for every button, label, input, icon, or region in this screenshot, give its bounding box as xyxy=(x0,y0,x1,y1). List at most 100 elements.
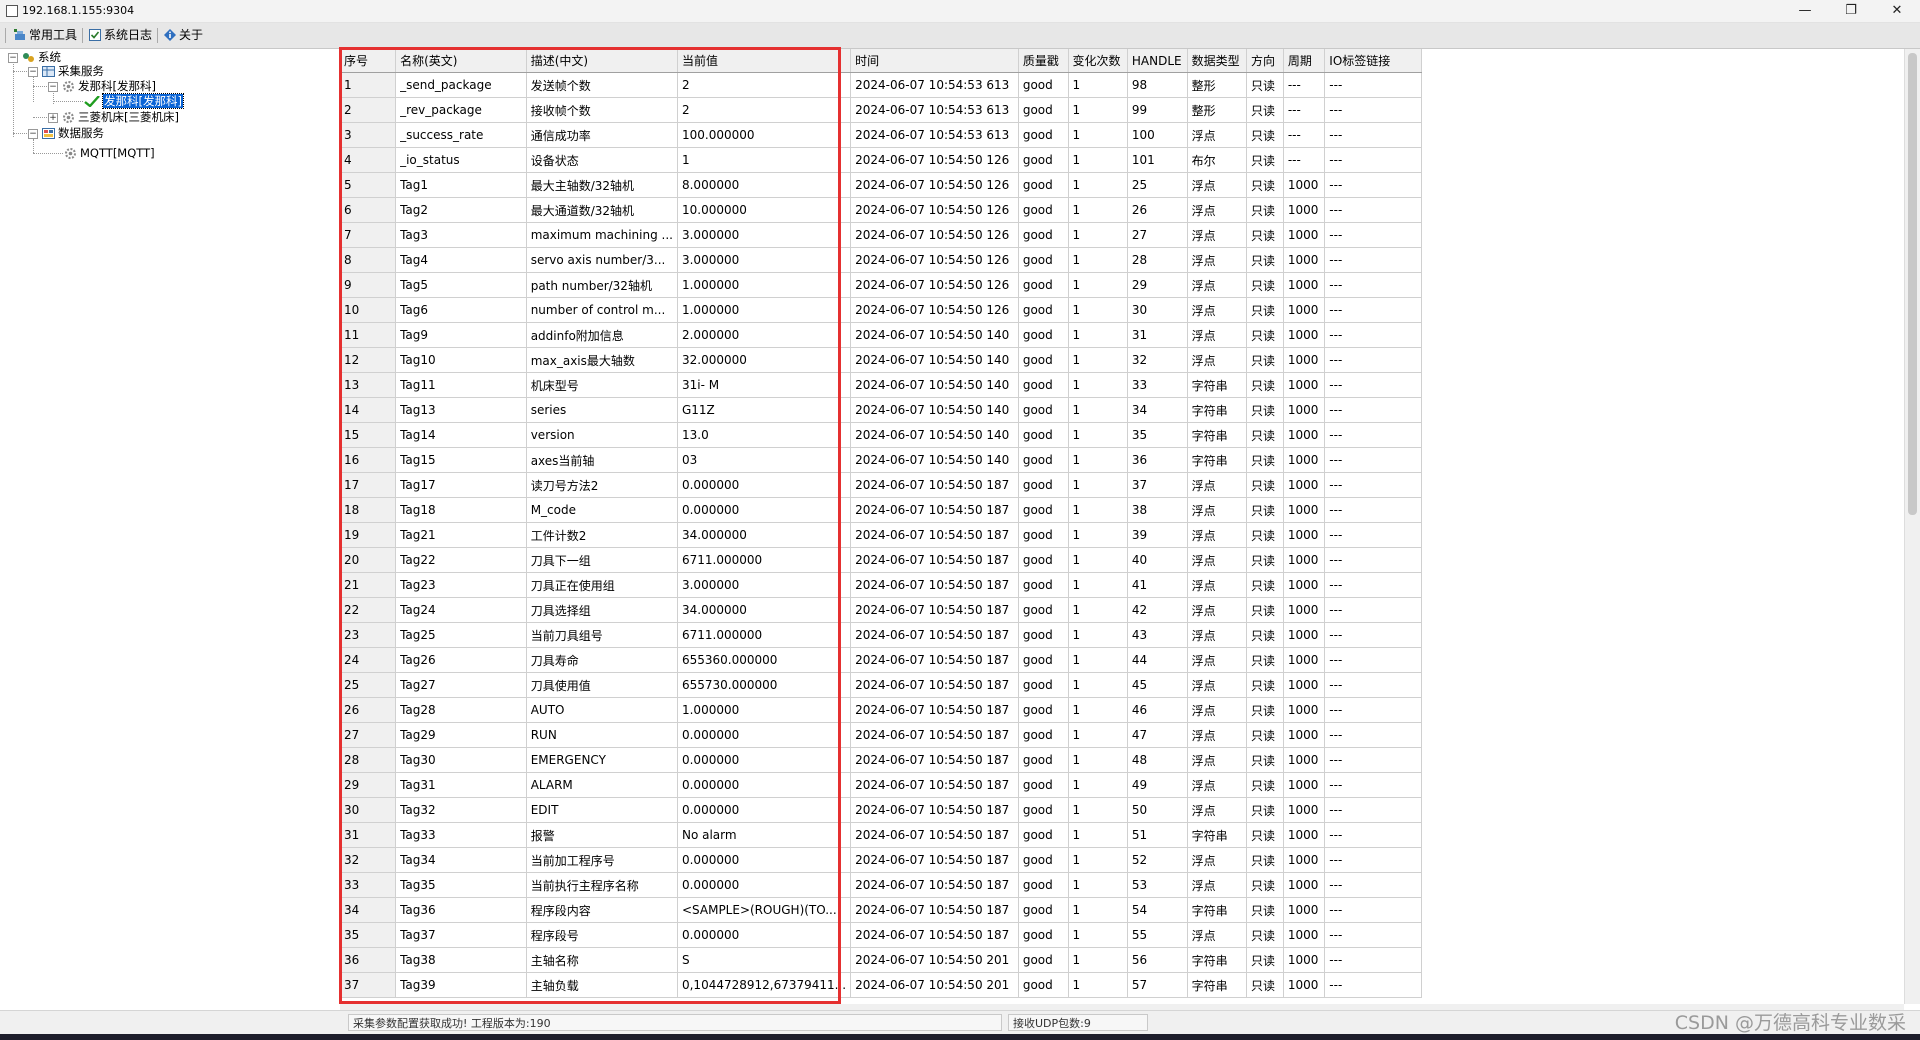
system-log-button[interactable]: 系统日志 xyxy=(87,26,154,44)
table-cell: 2024-06-07 10:54:53 613 xyxy=(850,122,1019,148)
close-button[interactable]: ✕ xyxy=(1874,0,1920,22)
table-row[interactable]: 4 _io_status 设备状态 1 2024-06-07 10:54:50 126 g… xyxy=(340,147,1422,173)
column-header[interactable]: 周期 xyxy=(1283,49,1326,73)
table-cell: 2024-06-07 10:54:50 187 xyxy=(850,622,1019,648)
collapse-icon[interactable]: − xyxy=(28,67,38,77)
expand-icon[interactable]: + xyxy=(48,113,58,123)
table-row[interactable]: 22 Tag24 刀具选择组 34.000000 2024-06-07 10:54:50… xyxy=(340,597,1422,623)
table-cell: 2024-06-07 10:54:50 140 xyxy=(850,372,1019,398)
table-row[interactable]: 28 Tag30 EMERGENCY 0.000000 2024-06-07 10:54… xyxy=(340,747,1422,773)
scrollbar-thumb[interactable] xyxy=(1908,53,1917,515)
table-cell: 0.000000 xyxy=(677,497,852,523)
table-row[interactable]: 34 Tag36 程序段内容 <SAMPLE>(ROUGH)(TO... 2024-06… xyxy=(340,897,1422,923)
table-cell: good xyxy=(1018,97,1069,123)
table-cell: --- xyxy=(1324,847,1422,873)
table-row[interactable]: 25 Tag27 刀具使用值 655730.000000 2024-06-07 10:5… xyxy=(340,672,1422,698)
table-row[interactable]: 19 Tag21 工件计数2 34.000000 2024-06-07 10:54:50… xyxy=(340,522,1422,548)
column-header[interactable]: IO标签链接 xyxy=(1324,49,1422,73)
table-cell: 15 xyxy=(340,422,397,448)
table-row[interactable]: 29 Tag31 ALARM 0.000000 2024-06-07 10:54:50 … xyxy=(340,772,1422,798)
table-cell: servo axis number/3... xyxy=(526,247,678,273)
table-cell: 27 xyxy=(1127,222,1188,248)
table-row[interactable]: 16 Tag15 axes当前轴 03 2024-06-07 10:54:50 140 g… xyxy=(340,447,1422,473)
about-label: 关于 xyxy=(179,28,204,42)
column-header[interactable]: 序号 xyxy=(340,49,397,73)
table-row[interactable]: 9 Tag5 path number/32轴机 1.000000 2024-06-07 … xyxy=(340,272,1422,298)
table-row[interactable]: 30 Tag32 EDIT 0.000000 2024-06-07 10:54:50 1… xyxy=(340,797,1422,823)
table-row[interactable]: 5 Tag1 最大主轴数/32轴机 8.000000 2024-06-07 10:54:… xyxy=(340,172,1422,198)
collapse-icon[interactable]: − xyxy=(8,53,18,63)
table-row[interactable]: 18 Tag18 M_code 0.000000 2024-06-07 10:54:50… xyxy=(340,497,1422,523)
table-row[interactable]: 12 Tag10 max_axis最大轴数 32.000000 2024-06-07 1… xyxy=(340,347,1422,373)
table-row[interactable]: 17 Tag17 读刀号方法2 0.000000 2024-06-07 10:54:50… xyxy=(340,472,1422,498)
table-cell: 32.000000 xyxy=(677,347,852,373)
table-row[interactable]: 24 Tag26 刀具寿命 655360.000000 2024-06-07 10:54… xyxy=(340,647,1422,673)
collapse-icon[interactable]: − xyxy=(48,82,58,92)
common-tools-button[interactable]: 常用工具 xyxy=(12,26,79,44)
table-cell: Tag1 xyxy=(395,172,527,198)
table-row[interactable]: 36 Tag38 主轴名称 S 2024-06-07 10:54:50 201 good 1… xyxy=(340,947,1422,973)
column-header[interactable]: 当前值 xyxy=(677,49,852,73)
table-cell: 1.000000 xyxy=(677,272,852,298)
table-row[interactable]: 31 Tag33 报警 No alarm 2024-06-07 10:54:50 187… xyxy=(340,822,1422,848)
minimize-button[interactable]: — xyxy=(1782,0,1828,22)
column-header[interactable]: 变化次数 xyxy=(1068,49,1128,73)
table-cell: 1000 xyxy=(1283,747,1326,773)
table-row[interactable]: 33 Tag35 当前执行主程序名称 0.000000 2024-06-07 10:54… xyxy=(340,872,1422,898)
tree-node-fanuc-device[interactable]: 发那科[发那科] xyxy=(84,93,184,109)
table-cell: 2024-06-07 10:54:50 187 xyxy=(850,847,1019,873)
column-header[interactable]: 描述(中文) xyxy=(526,49,678,73)
vertical-scrollbar[interactable] xyxy=(1904,49,1920,1004)
table-cell: 1 xyxy=(1068,522,1128,548)
table-row[interactable]: 21 Tag23 刀具正在使用组 3.000000 2024-06-07 10:54:5… xyxy=(340,572,1422,598)
table-cell: good xyxy=(1018,472,1069,498)
table-cell: 34.000000 xyxy=(677,522,852,548)
table-cell: 1000 xyxy=(1283,472,1326,498)
collapse-icon[interactable]: − xyxy=(28,129,38,139)
column-header[interactable]: 方向 xyxy=(1246,49,1284,73)
table-cell: 47 xyxy=(1127,722,1188,748)
table-row[interactable]: 32 Tag34 当前加工程序号 0.000000 2024-06-07 10:54:5… xyxy=(340,847,1422,873)
table-row[interactable]: 2 _rev_package 接收帧个数 2 2024-06-07 10:54:53 6… xyxy=(340,97,1422,123)
table-row[interactable]: 1 _send_package 发送帧个数 2 2024-06-07 10:54:53 … xyxy=(340,72,1422,98)
column-header[interactable]: HANDLE xyxy=(1127,49,1188,73)
table-row[interactable]: 13 Tag11 机床型号 31i- M 2024-06-07 10:54:50 140… xyxy=(340,372,1422,398)
about-button[interactable]: 关于 xyxy=(162,26,205,44)
table-cell: good xyxy=(1018,397,1069,423)
table-cell: 39 xyxy=(1127,522,1188,548)
table-row[interactable]: 23 Tag25 当前刀具组号 6711.000000 2024-06-07 10:54… xyxy=(340,622,1422,648)
table-row[interactable]: 35 Tag37 程序段号 0.000000 2024-06-07 10:54:50 1… xyxy=(340,922,1422,948)
column-header[interactable]: 质量戳 xyxy=(1018,49,1069,73)
table-row[interactable]: 3 _success_rate 通信成功率 100.000000 2024-06-07 … xyxy=(340,122,1422,148)
table-cell: 31i- M xyxy=(677,372,852,398)
table-cell: Tag5 xyxy=(395,272,527,298)
table-cell: good xyxy=(1018,897,1069,923)
table-row[interactable]: 8 Tag4 servo axis number/3... 3.000000 2024-… xyxy=(340,247,1422,273)
table-row[interactable]: 37 Tag39 主轴负载 0,1044728912,67379411... 2024-… xyxy=(340,972,1422,998)
column-header[interactable]: 名称(英文) xyxy=(395,49,527,73)
table-cell: 0.000000 xyxy=(677,797,852,823)
tree-node-mqtt[interactable]: MQTT[MQTT] xyxy=(64,146,155,161)
table-cell: 2024-06-07 10:54:50 187 xyxy=(850,597,1019,623)
table-cell: Tag28 xyxy=(395,697,527,723)
column-header[interactable]: 时间 xyxy=(850,49,1019,73)
table-row[interactable]: 7 Tag3 maximum machining ... 3.000000 2024-0… xyxy=(340,222,1422,248)
column-header[interactable]: 数据类型 xyxy=(1187,49,1247,73)
table-cell: 18 xyxy=(340,497,397,523)
table-cell: Tag38 xyxy=(395,947,527,973)
table-row[interactable]: 14 Tag13 series G11Z 2024-06-07 10:54:50 140… xyxy=(340,397,1422,423)
table-cell: --- xyxy=(1283,122,1326,148)
table-cell: 1 xyxy=(1068,172,1128,198)
table-row[interactable]: 11 Tag9 addinfo附加信息 2.000000 2024-06-07 10:5… xyxy=(340,322,1422,348)
table-cell: 10.000000 xyxy=(677,197,852,223)
table-cell: 46 xyxy=(1127,697,1188,723)
grid-service-icon xyxy=(42,66,55,77)
table-cell: good xyxy=(1018,822,1069,848)
table-row[interactable]: 26 Tag28 AUTO 1.000000 2024-06-07 10:54:50 1… xyxy=(340,697,1422,723)
table-row[interactable]: 15 Tag14 version 13.0 2024-06-07 10:54:50 14… xyxy=(340,422,1422,448)
maximize-button[interactable]: ❐ xyxy=(1828,0,1874,22)
table-row[interactable]: 20 Tag22 刀具下一组 6711.000000 2024-06-07 10:54:… xyxy=(340,547,1422,573)
table-row[interactable]: 27 Tag29 RUN 0.000000 2024-06-07 10:54:50 18… xyxy=(340,722,1422,748)
table-row[interactable]: 6 Tag2 最大通道数/32轴机 10.000000 2024-06-07 10:54… xyxy=(340,197,1422,223)
table-row[interactable]: 10 Tag6 number of control m... 1.000000 2024… xyxy=(340,297,1422,323)
